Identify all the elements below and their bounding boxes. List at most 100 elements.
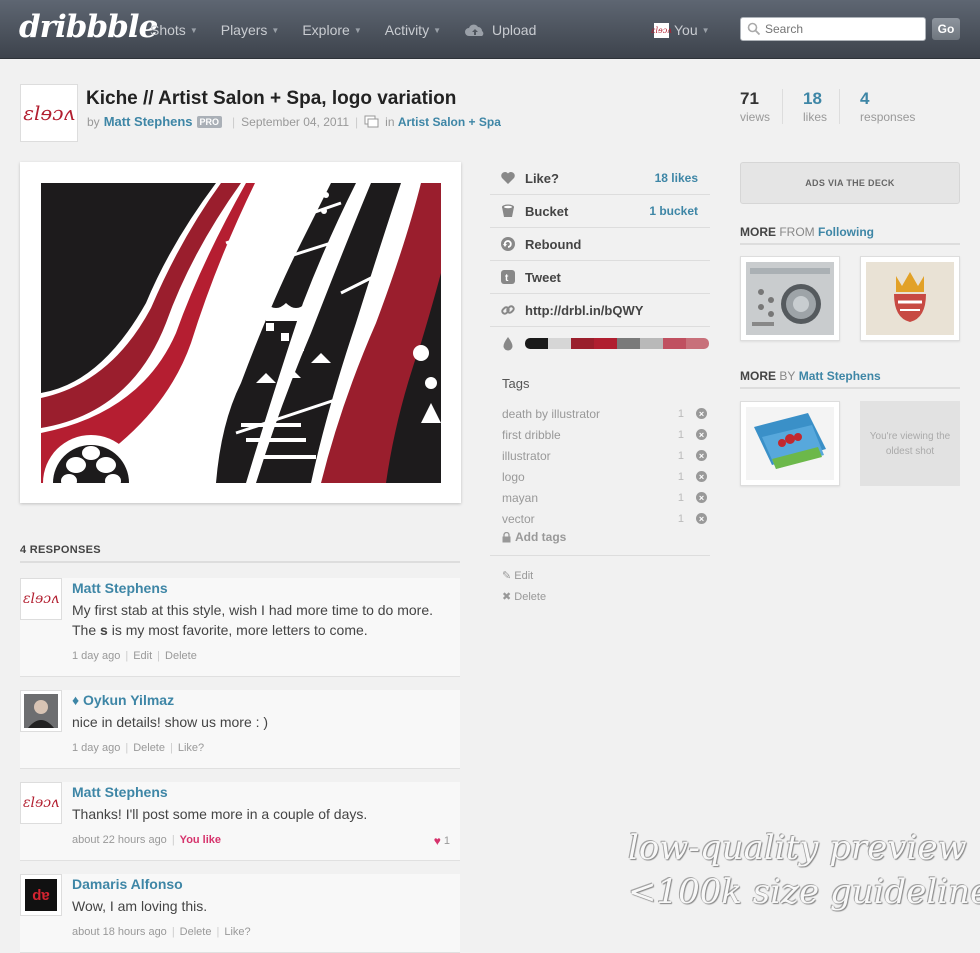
search-go-button[interactable]: Go bbox=[932, 18, 960, 40]
palette-swatch[interactable] bbox=[617, 338, 640, 349]
nav-activity[interactable]: Activity ▼ bbox=[385, 22, 441, 38]
palette-swatch[interactable] bbox=[525, 338, 548, 349]
palette-swatch[interactable] bbox=[663, 338, 686, 349]
avatar[interactable]: ɛlɘɔʌ bbox=[20, 782, 62, 824]
views-count: 71 bbox=[740, 89, 759, 108]
stat-responses[interactable]: 4 responses bbox=[860, 89, 927, 124]
chevron-down-icon: ▼ bbox=[189, 25, 198, 35]
you-like-link[interactable]: You like bbox=[180, 834, 221, 846]
delete-link[interactable]: Delete bbox=[133, 742, 165, 754]
like-count-link[interactable]: 18 likes bbox=[655, 171, 698, 185]
tag-link[interactable]: logo bbox=[502, 470, 525, 484]
watermark-line: low-quality preview bbox=[628, 828, 967, 868]
palette-swatch[interactable] bbox=[686, 338, 709, 349]
remove-tag-icon[interactable]: × bbox=[696, 429, 707, 440]
dribbble-logo[interactable]: dribbble bbox=[19, 9, 158, 45]
avatar[interactable]: dɐ bbox=[20, 874, 62, 916]
response-like-count[interactable]: ♥ 1 bbox=[434, 834, 450, 848]
add-tags-link[interactable]: Add tags bbox=[502, 530, 566, 544]
like-link[interactable]: Like? bbox=[224, 926, 250, 938]
short-url-action[interactable]: http://drbl.in/bQWY bbox=[490, 294, 710, 327]
author-shot-thumbnail[interactable] bbox=[740, 401, 840, 486]
remove-tag-icon[interactable]: × bbox=[696, 450, 707, 461]
response-author[interactable]: Matt Stephens bbox=[72, 784, 168, 800]
palette-swatch[interactable] bbox=[571, 338, 594, 349]
remove-tag-icon[interactable]: × bbox=[696, 492, 707, 503]
pro-badge: PRO bbox=[196, 115, 223, 128]
response-time[interactable]: 1 day ago bbox=[72, 742, 120, 754]
delete-label: Delete bbox=[514, 591, 547, 603]
main-nav: Shots ▼ Players ▼ Explore ▼ Activity ▼ Uploa… bbox=[150, 22, 559, 38]
tag-link[interactable]: mayan bbox=[502, 491, 538, 505]
rebound-action[interactable]: Rebound bbox=[490, 228, 710, 261]
search-input[interactable] bbox=[765, 22, 915, 36]
edit-label: Edit bbox=[514, 570, 534, 582]
avatar-photo bbox=[24, 694, 58, 728]
remove-tag-icon[interactable]: × bbox=[696, 471, 707, 482]
nav-players-label: Players bbox=[220, 22, 268, 38]
following-shot-thumbnail[interactable] bbox=[740, 256, 840, 341]
tag-link[interactable]: first dribble bbox=[502, 428, 561, 442]
tag-link[interactable]: vector bbox=[502, 512, 535, 526]
avatar[interactable]: ɛlɘɔʌ bbox=[20, 578, 62, 620]
tag-link[interactable]: illustrator bbox=[502, 449, 551, 463]
shot-image[interactable] bbox=[41, 183, 441, 483]
stat-likes[interactable]: 18 likes bbox=[803, 89, 841, 124]
tweet-action[interactable]: t Tweet bbox=[490, 261, 710, 294]
like-action[interactable]: Like? 18 likes bbox=[490, 162, 710, 195]
author-avatar[interactable]: ɛlɘɔʌ bbox=[20, 84, 78, 142]
delete-shot-link[interactable]: ✖ Delete bbox=[502, 590, 546, 603]
rebound-icon bbox=[501, 237, 515, 251]
nav-explore[interactable]: Explore ▼ bbox=[302, 22, 361, 38]
response-text-part: is my most favorite, more letters to com… bbox=[107, 622, 368, 638]
project-link[interactable]: Artist Salon + Spa bbox=[398, 115, 501, 129]
palette-swatch[interactable] bbox=[594, 338, 617, 349]
chevron-down-icon: ▼ bbox=[433, 25, 441, 35]
pencil-icon: ✎ bbox=[502, 570, 512, 582]
user-menu[interactable]: ɛlɘɔʌ You ▼ bbox=[651, 22, 709, 38]
response-time[interactable]: about 18 hours ago bbox=[72, 926, 167, 938]
bucket-action[interactable]: Bucket 1 bucket bbox=[490, 195, 710, 228]
palette-swatch[interactable] bbox=[640, 338, 663, 349]
color-palette bbox=[525, 338, 709, 349]
response-author[interactable]: ♦ Oykun Yilmaz bbox=[72, 692, 174, 708]
remove-tag-icon[interactable]: × bbox=[696, 408, 707, 419]
response-text-bold: s bbox=[100, 622, 108, 638]
palette-swatch[interactable] bbox=[548, 338, 571, 349]
author-link[interactable]: Matt Stephens bbox=[104, 114, 193, 129]
nav-upload-label: Upload bbox=[492, 22, 537, 38]
tag-item: illustrator 1 × bbox=[502, 445, 707, 466]
short-url: http://drbl.in/bQWY bbox=[525, 302, 644, 318]
edit-shot-link[interactable]: ✎ Edit bbox=[502, 569, 533, 582]
ads-box[interactable]: ADS VIA THE DECK bbox=[740, 162, 960, 204]
avatar[interactable] bbox=[20, 690, 62, 732]
shot-date: September 04, 2011 bbox=[241, 114, 350, 129]
bucket-count-link[interactable]: 1 bucket bbox=[649, 204, 698, 218]
chevron-down-icon: ▼ bbox=[353, 25, 362, 35]
response-time[interactable]: 1 day ago bbox=[72, 650, 120, 662]
watermark-line: <100k size guidelines bbox=[628, 872, 980, 912]
nav-shots[interactable]: Shots ▼ bbox=[150, 22, 198, 38]
nav-upload[interactable]: Upload bbox=[464, 22, 536, 38]
delete-link[interactable]: Delete bbox=[180, 926, 212, 938]
response-item: ɛlɘɔʌ Matt Stephens Thanks! I'll post so… bbox=[20, 782, 460, 861]
more-from-following-heading: MORE FROM Following bbox=[740, 225, 960, 245]
response-author[interactable]: Matt Stephens bbox=[72, 580, 168, 596]
like-link[interactable]: Like? bbox=[178, 742, 204, 754]
views-label: views bbox=[740, 110, 771, 124]
search-box[interactable] bbox=[740, 17, 926, 41]
tag-count: 1 bbox=[677, 428, 684, 441]
author-more-link[interactable]: Matt Stephens bbox=[799, 369, 881, 383]
edit-link[interactable]: Edit bbox=[133, 650, 152, 662]
response-time[interactable]: about 22 hours ago bbox=[72, 834, 167, 846]
following-shot-thumbnail[interactable] bbox=[860, 256, 960, 341]
nav-players[interactable]: Players ▼ bbox=[221, 22, 280, 38]
response-item: ɛlɘɔʌ Matt Stephens My first stab at thi… bbox=[20, 578, 460, 677]
delete-link[interactable]: Delete bbox=[165, 650, 197, 662]
responses-count: 4 bbox=[860, 89, 870, 108]
response-author[interactable]: Damaris Alfonso bbox=[72, 876, 183, 892]
tag-link[interactable]: death by illustrator bbox=[502, 407, 600, 421]
separator: | bbox=[355, 114, 359, 129]
remove-tag-icon[interactable]: × bbox=[696, 513, 707, 524]
following-link[interactable]: Following bbox=[818, 225, 874, 239]
